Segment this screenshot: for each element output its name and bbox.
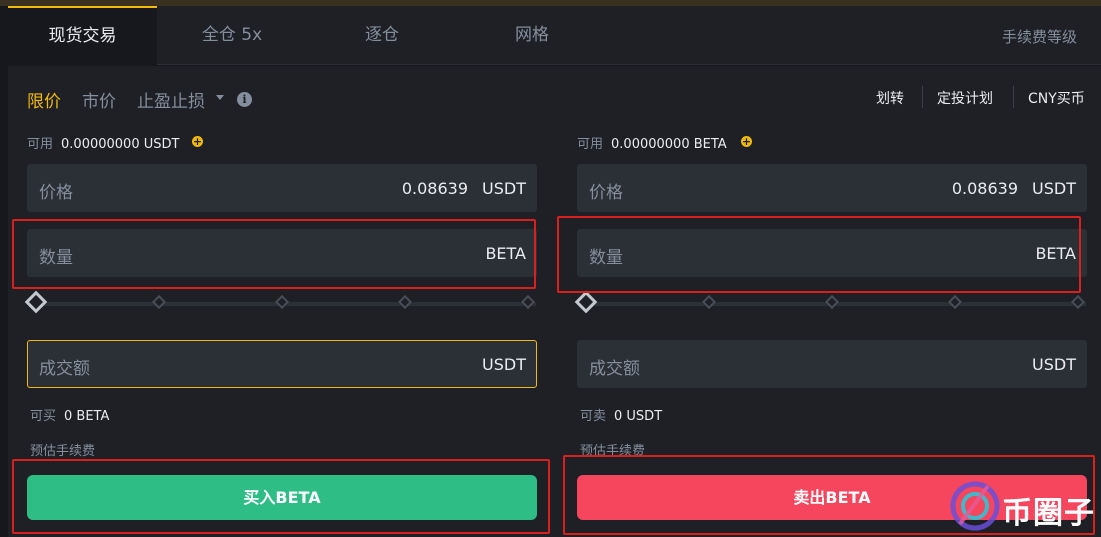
sell-available: 可用 0.00000000 BETA — [577, 133, 727, 152]
highlight-box-buy-amount — [12, 219, 536, 289]
transfer-link[interactable]: 划转 — [876, 88, 904, 108]
buy-available-label: 可用 — [27, 137, 54, 152]
buy-amount-slider[interactable] — [24, 290, 536, 314]
buy-available-value: 0.00000000 USDT — [61, 137, 180, 152]
tab-cross-margin[interactable]: 全仓 5x — [157, 6, 307, 65]
buy-total-label: 成交额 — [39, 359, 90, 379]
chevron-down-icon[interactable] — [216, 95, 224, 100]
buy-max: 可买 0 BETA — [30, 405, 109, 424]
sell-total-label: 成交额 — [589, 359, 640, 379]
buy-available: 可用 0.00000000 USDT — [27, 133, 179, 152]
buy-total-unit: USDT — [482, 355, 526, 374]
sell-max: 可卖 0 USDT — [580, 405, 662, 424]
buy-price-field[interactable]: 价格 0.08639 USDT — [27, 164, 537, 212]
buy-max-value: 0 BETA — [64, 409, 110, 424]
sell-price-label: 价格 — [589, 183, 623, 203]
sell-price-unit: USDT — [1032, 179, 1076, 198]
sell-price-value[interactable]: 0.08639 — [952, 179, 1018, 198]
sell-available-value: 0.00000000 BETA — [611, 137, 727, 152]
highlight-box-sell-amount — [557, 216, 1081, 293]
plus-icon[interactable]: + — [192, 136, 203, 147]
sell-max-label: 可卖 — [580, 409, 607, 424]
sell-max-value: 0 USDT — [614, 409, 663, 424]
order-type-market[interactable]: 市价 — [82, 87, 116, 112]
tab-spot[interactable]: 现货交易 — [8, 6, 157, 65]
order-type-stop[interactable]: 止盈止损 — [137, 87, 205, 112]
buy-price-label: 价格 — [39, 183, 73, 203]
divider — [1013, 86, 1014, 108]
buy-fee-label: 预估手续费 — [30, 444, 96, 459]
tab-grid[interactable]: 网格 — [457, 6, 607, 65]
highlight-box-buy-button — [12, 459, 550, 534]
recurring-plan-link[interactable]: 定投计划 — [937, 88, 993, 108]
buy-total-field[interactable]: 成交额 USDT — [27, 340, 537, 388]
sell-available-label: 可用 — [577, 137, 604, 152]
sell-price-field[interactable]: 价格 0.08639 USDT — [577, 164, 1087, 212]
sell-amount-slider[interactable] — [574, 290, 1086, 314]
buy-price-value[interactable]: 0.08639 — [402, 179, 468, 198]
buy-price-unit: USDT — [482, 179, 526, 198]
info-icon[interactable]: i — [237, 92, 252, 107]
watermark-text: 币圈子 — [1002, 496, 1095, 531]
plus-icon[interactable]: + — [741, 136, 752, 147]
buy-max-label: 可买 — [30, 409, 57, 424]
buy-cny-link[interactable]: CNY买币 — [1028, 88, 1085, 108]
sell-total-field[interactable]: 成交额 USDT — [577, 340, 1087, 388]
fee-level-link[interactable]: 手续费等级 — [1002, 26, 1077, 47]
tab-isolated-margin[interactable]: 逐仓 — [307, 6, 457, 65]
sell-total-unit: USDT — [1032, 355, 1076, 374]
divider — [922, 86, 923, 108]
order-type-limit[interactable]: 限价 — [27, 87, 61, 112]
